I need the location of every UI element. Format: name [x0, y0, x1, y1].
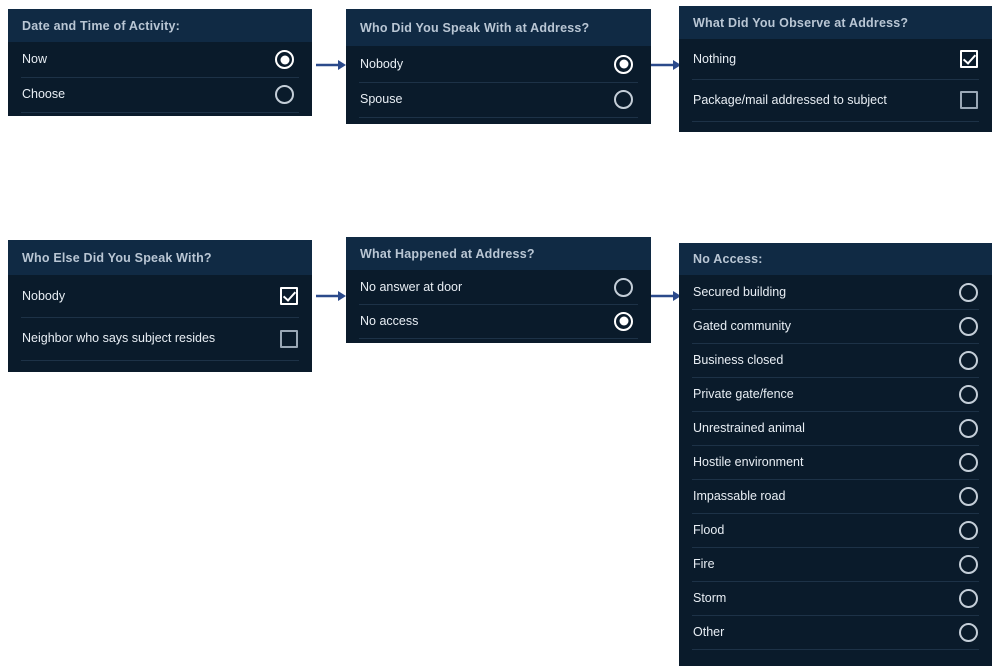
option-label: Nothing — [693, 51, 737, 66]
card-who-else-did-you-speak-with: Who Else Did You Speak With? Nobody Neig… — [8, 240, 312, 372]
card-body-what-happened-at-address: No answer at door No access — [346, 270, 651, 343]
card-footer-spacer — [8, 112, 312, 116]
card-title: Who Did You Speak With at Address? — [360, 20, 590, 35]
option-row-now[interactable]: Now — [8, 42, 312, 77]
card-footer-spacer — [346, 338, 651, 343]
card-header-date-and-time-of-activity: Date and Time of Activity: — [8, 9, 312, 42]
option-row-no-answer-at-door[interactable]: No answer at door — [346, 270, 651, 304]
option-row-gated-community[interactable]: Gated community — [679, 309, 992, 343]
flow-diagram-canvas: Date and Time of Activity: Now Choose Wh… — [0, 0, 992, 666]
option-row-impassable-road[interactable]: Impassable road — [679, 479, 992, 513]
option-label: No access — [360, 313, 419, 328]
option-label: Gated community — [693, 318, 791, 333]
card-header-no-access: No Access: — [679, 243, 992, 275]
option-row-business-closed[interactable]: Business closed — [679, 343, 992, 377]
option-row-unrestrained-animal[interactable]: Unrestrained animal — [679, 411, 992, 445]
card-footer-spacer — [346, 117, 651, 124]
card-footer-spacer — [679, 649, 992, 666]
checkbox-nobody[interactable] — [280, 287, 298, 305]
option-label: Nobody — [22, 288, 66, 303]
card-date-and-time-of-activity: Date and Time of Activity: Now Choose — [8, 9, 312, 116]
radio-hostile-environment[interactable] — [959, 452, 978, 472]
option-label: Choose — [22, 87, 66, 101]
option-label: Unrestrained animal — [693, 420, 805, 435]
option-label: Other — [693, 624, 725, 639]
option-row-package-mail-addressed-to-subject[interactable]: Package/mail addressed to subject — [679, 79, 992, 121]
option-label: Flood — [693, 522, 725, 537]
radio-business-closed[interactable] — [959, 350, 978, 370]
card-header-who-else-did-you-speak-with: Who Else Did You Speak With? — [8, 240, 312, 275]
option-row-secured-building[interactable]: Secured building — [679, 275, 992, 309]
option-row-nobody[interactable]: Nobody — [346, 46, 651, 82]
card-title: What Happened at Address? — [360, 246, 535, 261]
card-body-who-did-you-speak-with-at-address: Nobody Spouse — [346, 46, 651, 124]
card-body-what-did-you-observe-at-address: Nothing Package/mail addressed to subjec… — [679, 39, 992, 132]
option-label: Business closed — [693, 352, 784, 367]
card-header-what-did-you-observe-at-address: What Did You Observe at Address? — [679, 6, 992, 39]
radio-fire[interactable] — [959, 554, 978, 574]
radio-nobody[interactable] — [614, 54, 633, 74]
checkbox-package-mail-addressed-to-subject[interactable] — [960, 91, 978, 109]
radio-flood[interactable] — [959, 520, 978, 540]
radio-impassable-road[interactable] — [959, 486, 978, 506]
card-title: Date and Time of Activity: — [22, 18, 181, 33]
option-row-private-gate-fence[interactable]: Private gate/fence — [679, 377, 992, 411]
option-label: Neighbor who says subject resides — [22, 331, 216, 345]
option-row-fire[interactable]: Fire — [679, 547, 992, 581]
option-row-other[interactable]: Other — [679, 615, 992, 649]
option-row-nobody[interactable]: Nobody — [8, 275, 312, 317]
radio-private-gate-fence[interactable] — [959, 384, 978, 404]
radio-gated-community[interactable] — [959, 316, 978, 336]
radio-no-answer-at-door[interactable] — [614, 277, 633, 297]
option-row-no-access[interactable]: No access — [346, 304, 651, 338]
option-row-spouse[interactable]: Spouse — [346, 82, 651, 117]
card-footer-spacer — [8, 360, 312, 372]
option-row-hostile-environment[interactable]: Hostile environment — [679, 445, 992, 479]
card-body-date-and-time-of-activity: Now Choose — [8, 42, 312, 116]
card-header-who-did-you-speak-with-at-address: Who Did You Speak With at Address? — [346, 9, 651, 46]
option-label: Hostile environment — [693, 454, 804, 469]
arrow-row1-card1-to-card2 — [316, 60, 346, 70]
card-body-no-access: Secured building Gated community Busines… — [679, 275, 992, 666]
card-no-access: No Access: Secured building Gated commun… — [679, 243, 992, 666]
arrow-row2-card1-to-card2 — [316, 291, 346, 301]
arrow-row1-card2-to-card3 — [651, 60, 681, 70]
option-row-flood[interactable]: Flood — [679, 513, 992, 547]
card-header-what-happened-at-address: What Happened at Address? — [346, 237, 651, 270]
radio-storm[interactable] — [959, 588, 978, 608]
card-what-happened-at-address: What Happened at Address? No answer at d… — [346, 237, 651, 343]
checkbox-nothing[interactable] — [960, 50, 978, 68]
option-label: Package/mail addressed to subject — [693, 92, 887, 107]
card-title: No Access: — [693, 252, 763, 266]
radio-other[interactable] — [959, 622, 978, 642]
radio-spouse[interactable] — [614, 90, 633, 109]
option-label: Storm — [693, 590, 727, 605]
option-row-nothing[interactable]: Nothing — [679, 39, 992, 79]
checkbox-neighbor-who-says-subject-resides[interactable] — [280, 329, 298, 348]
option-row-storm[interactable]: Storm — [679, 581, 992, 615]
option-label: Secured building — [693, 284, 787, 299]
option-label: Nobody — [360, 56, 404, 71]
radio-no-access[interactable] — [614, 311, 633, 331]
option-label: Impassable road — [693, 488, 786, 503]
radio-now[interactable] — [275, 50, 294, 69]
card-title: Who Else Did You Speak With? — [22, 250, 212, 265]
card-body-who-else-did-you-speak-with: Nobody Neighbor who says subject resides — [8, 275, 312, 372]
option-label: Fire — [693, 556, 715, 571]
option-row-choose[interactable]: Choose — [8, 77, 312, 112]
option-row-neighbor-who-says-subject-resides[interactable]: Neighbor who says subject resides — [8, 317, 312, 360]
option-label: Private gate/fence — [693, 386, 794, 401]
radio-choose[interactable] — [275, 85, 294, 104]
card-footer-spacer — [679, 121, 992, 132]
option-label: Spouse — [360, 92, 403, 106]
option-label: Now — [22, 52, 48, 66]
arrow-row2-card2-to-card3 — [651, 291, 681, 301]
radio-secured-building[interactable] — [959, 282, 978, 302]
card-who-did-you-speak-with-at-address: Who Did You Speak With at Address? Nobod… — [346, 9, 651, 124]
card-title: What Did You Observe at Address? — [693, 15, 909, 30]
option-label: No answer at door — [360, 279, 463, 294]
radio-unrestrained-animal[interactable] — [959, 418, 978, 438]
card-what-did-you-observe-at-address: What Did You Observe at Address? Nothing… — [679, 6, 992, 132]
